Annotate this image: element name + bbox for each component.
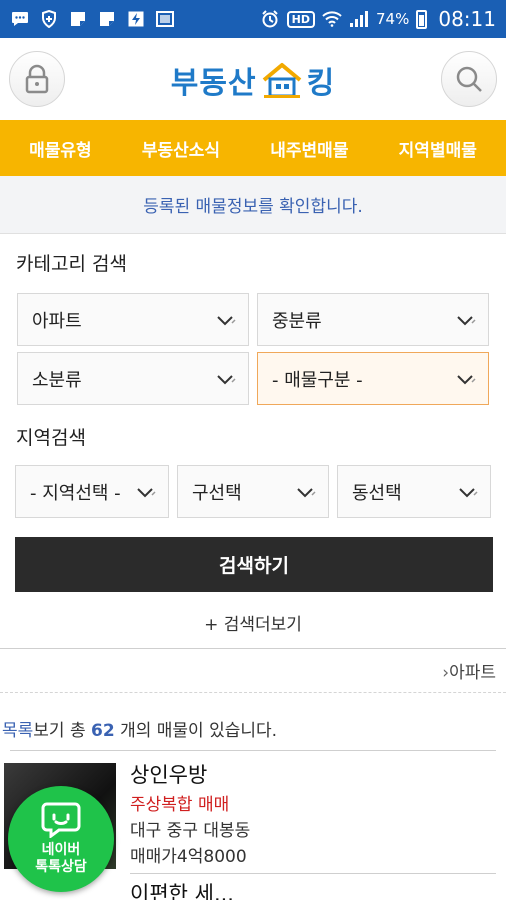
notice-banner: 등록된 매물정보를 확인합니다. — [0, 176, 506, 234]
chat-bubble-icon — [41, 802, 81, 838]
divider — [0, 648, 506, 649]
house-icon — [262, 63, 301, 98]
listing-title: 상인우방 — [130, 763, 208, 787]
result-count: 목록보기 총 62 개의 매물이 있습니다. — [2, 716, 277, 741]
category-select-main[interactable]: 아파트 — [17, 293, 249, 346]
divider — [0, 692, 506, 693]
flash-icon — [126, 9, 146, 29]
breadcrumb-label: 아파트 — [449, 663, 496, 683]
result-count-suffix: 개의 매물이 있습니다. — [114, 721, 278, 741]
listing-price: 매매가4억8000 — [130, 847, 247, 867]
app-header: 부동산 킹 — [0, 38, 506, 120]
select-value: 소분류 — [32, 369, 82, 391]
chevron-down-icon — [217, 315, 236, 325]
notification-icons — [10, 9, 175, 29]
hd-icon: HD — [286, 10, 316, 28]
region-select-dong[interactable]: 동선택 — [337, 465, 491, 518]
chevron-down-icon — [459, 487, 478, 497]
system-indicators: HD 74% 08:11 — [260, 7, 496, 31]
search-submit-button[interactable]: 검색하기 — [15, 537, 493, 592]
nav-item-by-region[interactable]: 지역별매물 — [399, 136, 477, 161]
status-bar: HD 74% 08:11 — [0, 0, 506, 38]
search-icon — [456, 66, 482, 92]
chevron-down-icon — [457, 374, 476, 384]
select-value: 동선택 — [352, 482, 402, 504]
signal-icon — [349, 9, 369, 29]
shield-icon — [39, 9, 59, 29]
list-view-link[interactable]: 목록 — [2, 721, 33, 741]
listing-type: 주상복합 매매 — [130, 795, 230, 815]
select-value: - 매물구분 - — [272, 369, 363, 391]
nav-item-nearby[interactable]: 내주변매물 — [270, 136, 348, 161]
note-icon — [97, 9, 117, 29]
logo-text-right: 킹 — [306, 66, 336, 101]
result-count-number: 62 — [91, 721, 115, 741]
talk-label-line1: 네이버 — [41, 842, 81, 858]
chat-icon — [10, 9, 30, 29]
alarm-icon — [260, 9, 280, 29]
select-value: 중분류 — [272, 310, 322, 332]
app-logo[interactable]: 부동산 킹 — [0, 58, 506, 102]
battery-percent: 74% — [376, 10, 410, 28]
category-select-sub[interactable]: 소분류 — [17, 352, 249, 405]
listing-address: 대구 중구 대봉동 — [130, 821, 251, 841]
divider — [10, 750, 496, 751]
image-icon — [155, 9, 175, 29]
divider — [130, 873, 496, 874]
logo-text-left: 부동산 — [170, 66, 257, 101]
nav-item-news[interactable]: 부동산소식 — [142, 136, 220, 161]
listing-kind-select[interactable]: - 매물구분 - — [257, 352, 489, 405]
talk-label-line2: 톡톡상담 — [35, 859, 87, 875]
note-icon — [68, 9, 88, 29]
select-value: - 지역선택 - — [30, 482, 121, 504]
chevron-down-icon — [457, 315, 476, 325]
nav-item-property-type[interactable]: 매물유형 — [29, 136, 92, 161]
chevron-down-icon — [297, 487, 316, 497]
clock: 08:11 — [438, 7, 496, 31]
naver-talk-button[interactable]: 네이버 톡톡상담 — [8, 786, 114, 892]
listing-title[interactable]: 이편한 세... — [130, 878, 234, 900]
main-nav: 매물유형 부동산소식 내주변매물 지역별매물 — [0, 120, 506, 176]
chevron-down-icon — [217, 374, 236, 384]
battery-icon — [416, 9, 428, 29]
chevron-down-icon — [137, 487, 156, 497]
select-value: 구선택 — [192, 482, 242, 504]
more-search-link[interactable]: + 검색더보기 — [0, 610, 506, 635]
search-button[interactable] — [441, 51, 497, 107]
region-search-title: 지역검색 — [16, 427, 86, 449]
select-value: 아파트 — [32, 310, 82, 332]
result-count-prefix: 보기 총 — [33, 721, 92, 741]
category-select-mid[interactable]: 중분류 — [257, 293, 489, 346]
wifi-icon — [322, 9, 342, 29]
region-select-city[interactable]: - 지역선택 - — [15, 465, 169, 518]
region-select-district[interactable]: 구선택 — [177, 465, 329, 518]
breadcrumb[interactable]: ›아파트 — [442, 658, 496, 683]
category-search-title: 카테고리 검색 — [16, 253, 127, 275]
